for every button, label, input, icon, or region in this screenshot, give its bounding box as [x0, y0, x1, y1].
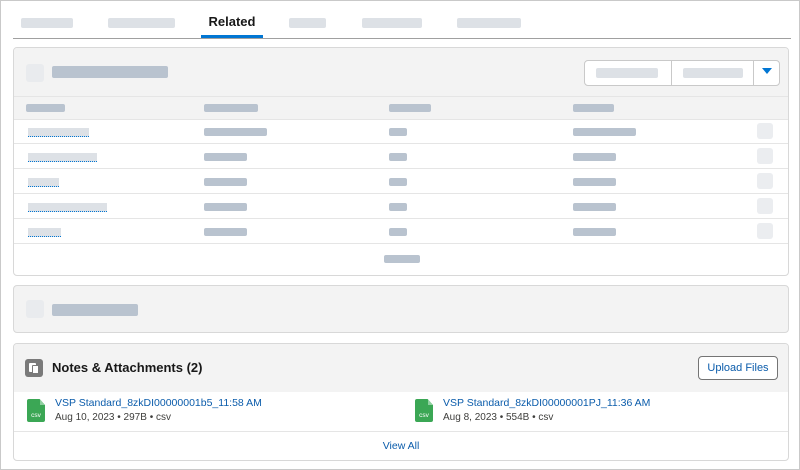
tab-placeholder-4[interactable] — [362, 18, 422, 28]
notes-attachments-header: Notes & Attachments (2) Upload Files — [14, 344, 788, 392]
related-list-button-group — [584, 60, 780, 86]
column-header[interactable] — [573, 104, 614, 112]
record-link[interactable] — [28, 228, 61, 237]
tab-active-indicator — [201, 35, 263, 38]
file-extension-label: csv — [419, 412, 429, 419]
chevron-down-icon[interactable] — [762, 68, 772, 74]
table-cell — [204, 153, 247, 161]
tab-placeholder-2[interactable] — [108, 18, 175, 28]
notes-attachments-icon — [25, 359, 43, 377]
table-row — [14, 219, 788, 244]
table-cell — [204, 128, 267, 136]
tab-related[interactable]: Related — [201, 14, 263, 29]
row-action-menu[interactable] — [757, 198, 773, 214]
related-list-title — [52, 304, 138, 316]
button-divider — [753, 61, 754, 85]
table-cell — [389, 203, 407, 211]
tab-bar: Related — [13, 1, 791, 39]
table-row — [14, 119, 788, 144]
related-list-header — [14, 48, 788, 96]
tab-placeholder-3[interactable] — [289, 18, 326, 28]
file-item: csv VSP Standard_8zkDI00000001PJ_11:36 A… — [415, 397, 755, 425]
record-link[interactable] — [28, 128, 89, 137]
table-cell — [389, 228, 407, 236]
row-action-menu[interactable] — [757, 173, 773, 189]
tab-placeholder-5[interactable] — [457, 18, 521, 28]
table-cell — [573, 228, 616, 236]
row-action-menu[interactable] — [757, 223, 773, 239]
action-button-1[interactable] — [596, 68, 658, 78]
upload-files-button[interactable]: Upload Files — [698, 356, 778, 380]
divider — [14, 431, 788, 432]
record-link[interactable] — [28, 153, 97, 162]
file-name-link[interactable]: VSP Standard_8zkDI00000001PJ_11:36 AM — [443, 397, 650, 409]
column-header[interactable] — [389, 104, 431, 112]
table-cell — [389, 178, 407, 186]
record-link[interactable] — [28, 178, 59, 187]
file-meta: Aug 8, 2023 • 554B • csv — [443, 412, 554, 423]
related-list-card-2 — [13, 285, 789, 333]
notes-attachments-card: Notes & Attachments (2) Upload Files csv… — [13, 343, 789, 461]
table-cell — [573, 128, 636, 136]
table-cell — [204, 178, 247, 186]
table-header — [14, 96, 788, 120]
table-row — [14, 169, 788, 194]
related-list-view-all[interactable] — [384, 255, 420, 263]
csv-file-icon: csv — [415, 399, 433, 422]
csv-file-icon: csv — [27, 399, 45, 422]
related-list-icon — [26, 300, 44, 318]
row-action-menu[interactable] — [757, 148, 773, 164]
file-extension-label: csv — [31, 412, 41, 419]
file-meta: Aug 10, 2023 • 297B • csv — [55, 412, 171, 423]
table-cell — [389, 128, 407, 136]
table-cell — [573, 203, 616, 211]
table-cell — [573, 153, 616, 161]
file-item: csv VSP Standard_8zkDI00000001b5_11:58 A… — [27, 397, 357, 425]
related-list-icon — [26, 64, 44, 82]
action-button-2[interactable] — [683, 68, 743, 78]
table-cell — [204, 228, 247, 236]
table-cell — [573, 178, 616, 186]
tab-placeholder-1[interactable] — [21, 18, 73, 28]
related-list-card — [13, 47, 789, 276]
column-header[interactable] — [26, 104, 65, 112]
table-row — [14, 144, 788, 169]
file-name-link[interactable]: VSP Standard_8zkDI00000001b5_11:58 AM — [55, 397, 262, 409]
column-header[interactable] — [204, 104, 258, 112]
notes-attachments-title: Notes & Attachments (2) — [52, 360, 203, 375]
table-cell — [204, 203, 247, 211]
table-cell — [389, 153, 407, 161]
row-action-menu[interactable] — [757, 123, 773, 139]
view-all-link[interactable]: View All — [14, 440, 788, 452]
table-row — [14, 194, 788, 219]
button-divider — [671, 61, 672, 85]
related-list-title — [52, 66, 168, 78]
record-link[interactable] — [28, 203, 107, 212]
